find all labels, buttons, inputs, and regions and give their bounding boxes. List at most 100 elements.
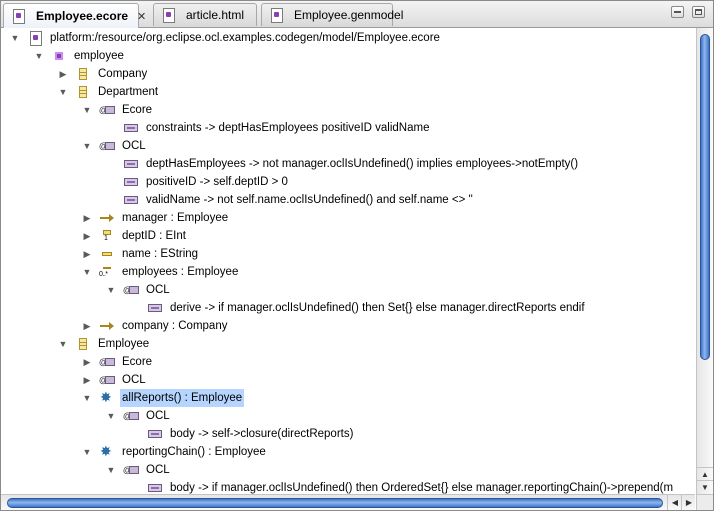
expanded-arrow-icon[interactable]: ▼ [81, 263, 93, 281]
tree-node-details-entry[interactable]: validName -> not self.name.oclIsUndefine… [105, 191, 475, 209]
expanded-arrow-icon[interactable]: ▼ [57, 335, 69, 353]
expanded-arrow-icon[interactable]: ▼ [33, 47, 45, 65]
collapsed-arrow-icon[interactable]: ▶ [81, 317, 93, 335]
ereference-icon [99, 318, 115, 334]
tree-node-details-entry[interactable]: constraints -> deptHasEmployees positive… [105, 119, 431, 137]
tree-node-label: Department [98, 86, 159, 98]
window-controls [671, 6, 705, 18]
tab-article-html[interactable]: article.html [153, 3, 257, 26]
scroll-left-arrow-icon[interactable]: ◀ [667, 495, 682, 510]
tree-node-details-entry[interactable]: positiveID -> self.deptID > 0 [105, 173, 290, 191]
eoperation-icon [99, 389, 115, 406]
tree-node-attribute-name[interactable]: ▶ name : EString [81, 245, 200, 263]
tree-node-details-entry[interactable]: deptHasEmployees -> not manager.oclIsUnd… [105, 155, 580, 173]
tree-node-package-employee[interactable]: ▼ employee [33, 47, 126, 65]
tree-node-reference-company[interactable]: ▶ company : Company [81, 317, 229, 335]
expanded-arrow-icon[interactable]: ▼ [57, 83, 69, 101]
tree-node-annotation-ocl[interactable]: ▼ OCL [105, 407, 172, 425]
tree-node-attribute-deptid[interactable]: ▶ deptID : EInt [81, 227, 188, 245]
vertical-scrollbar[interactable]: ▲ ▼ [696, 28, 713, 494]
expanded-arrow-icon[interactable]: ▼ [105, 461, 117, 479]
tree-node-annotation-ocl[interactable]: ▼ OCL [105, 281, 172, 299]
expanded-arrow-icon[interactable]: ▼ [81, 443, 93, 461]
tree-node-details-entry[interactable]: body -> if manager.oclIsUndefined() then… [129, 479, 675, 494]
maximize-button[interactable] [692, 6, 705, 18]
tree-node-annotation-ecore[interactable]: ▶ Ecore [81, 353, 154, 371]
horizontal-scroll-thumb[interactable] [7, 498, 663, 508]
tree-node-label: manager : Employee [122, 212, 229, 224]
tree-node-class-department[interactable]: ▼ Department [57, 83, 160, 101]
tree-node-label: body -> if manager.oclIsUndefined() then… [170, 482, 674, 494]
tree-node-resource[interactable]: ▼ platform:/resource/org.eclipse.ocl.exa… [9, 29, 442, 47]
tab-employee-ecore[interactable]: Employee.ecore ✕ [3, 3, 146, 28]
tree-node-label: body -> self->closure(directReports) [170, 428, 354, 440]
horizontal-scrollbar[interactable]: ◀ ▶ [1, 494, 696, 510]
tree-node-reference-employees[interactable]: ▼ employees : Employee [81, 263, 240, 281]
collapsed-arrow-icon[interactable]: ▶ [81, 353, 93, 371]
scroll-down-arrow-icon[interactable]: ▼ [697, 480, 713, 494]
tree-node-label: OCL [122, 140, 146, 152]
eannotation-icon [123, 461, 139, 479]
ecore-tree-view[interactable]: ▼ platform:/resource/org.eclipse.ocl.exa… [1, 28, 695, 494]
vertical-scroll-thumb[interactable] [700, 34, 710, 360]
details-entry-icon [123, 120, 139, 136]
tree-node-details-entry[interactable]: body -> self->closure(directReports) [129, 425, 355, 443]
tree-node-annotation-ecore[interactable]: ▼ Ecore [81, 101, 154, 119]
details-entry-icon [147, 426, 163, 442]
tree-node-label: employees : Employee [122, 266, 239, 278]
collapsed-arrow-icon[interactable]: ▶ [57, 65, 69, 83]
expanded-arrow-icon[interactable]: ▼ [81, 137, 93, 155]
tree-node-class-employee[interactable]: ▼ Employee [57, 335, 151, 353]
collapsed-arrow-icon[interactable]: ▶ [81, 371, 93, 389]
eannotation-icon [99, 137, 115, 155]
html-file-icon [160, 7, 176, 23]
eattribute-required-icon [99, 228, 115, 244]
tree-node-operation-allreports[interactable]: ▼ allReports() : Employee [81, 389, 245, 407]
eannotation-icon [99, 101, 115, 119]
tab-label: Employee.genmodel [294, 8, 404, 22]
tree-node-details-entry[interactable]: derive -> if manager.oclIsUndefined() th… [129, 299, 587, 317]
tree-node-label: platform:/resource/org.eclipse.ocl.examp… [50, 32, 440, 44]
eannotation-icon [123, 281, 139, 299]
tree-node-label: reportingChain() : Employee [122, 446, 266, 458]
tree-node-annotation-ocl[interactable]: ▶ OCL [81, 371, 148, 389]
tree-node-operation-reportingchain[interactable]: ▼ reportingChain() : Employee [81, 443, 268, 461]
collapsed-arrow-icon[interactable]: ▶ [81, 227, 93, 245]
tree-node-label: deptID : EInt [122, 230, 186, 242]
ecore-editor-window: Employee.ecore ✕ article.html Employee.g… [0, 0, 714, 511]
tree-node-annotation-ocl[interactable]: ▼ OCL [105, 461, 172, 479]
tree-node-label: name : EString [122, 248, 199, 260]
details-entry-icon [147, 300, 163, 316]
scroll-right-arrow-icon[interactable]: ▶ [681, 495, 696, 510]
tree-node-label: positiveID -> self.deptID > 0 [146, 176, 288, 188]
minimize-button[interactable] [671, 6, 684, 18]
tree-node-label: OCL [146, 410, 170, 422]
tree-node-label: Ecore [122, 356, 153, 368]
tree-node-annotation-ocl[interactable]: ▼ OCL [81, 137, 148, 155]
ereference-icon [99, 210, 115, 226]
details-entry-icon [147, 480, 163, 494]
tree-node-label: validName -> not self.name.oclIsUndefine… [146, 194, 473, 206]
ecore-resource-icon [27, 30, 43, 46]
eclass-icon [75, 84, 91, 100]
expanded-arrow-icon[interactable]: ▼ [81, 101, 93, 119]
expanded-arrow-icon[interactable]: ▼ [105, 281, 117, 299]
expanded-arrow-icon[interactable]: ▼ [81, 389, 93, 407]
tree-node-reference-manager[interactable]: ▶ manager : Employee [81, 209, 230, 227]
collapsed-arrow-icon[interactable]: ▶ [81, 245, 93, 263]
ereference-many-icon [99, 264, 115, 280]
expanded-arrow-icon[interactable]: ▼ [105, 407, 117, 425]
collapsed-arrow-icon[interactable]: ▶ [81, 209, 93, 227]
tab-employee-genmodel[interactable]: Employee.genmodel [261, 3, 403, 26]
close-icon[interactable]: ✕ [137, 10, 146, 23]
eannotation-icon [123, 407, 139, 425]
tab-label: Employee.ecore [36, 9, 129, 23]
genmodel-file-icon [268, 7, 284, 23]
tree-node-class-company[interactable]: ▶ Company [57, 65, 149, 83]
tree-node-label: Ecore [122, 104, 153, 116]
tree-node-label: deptHasEmployees -> not manager.oclIsUnd… [146, 158, 579, 170]
editor-tab-bar: Employee.ecore ✕ article.html Employee.g… [1, 1, 713, 28]
scroll-up-arrow-icon[interactable]: ▲ [697, 467, 713, 481]
expanded-arrow-icon[interactable]: ▼ [9, 29, 21, 47]
tree-node-label: allReports() : Employee [120, 389, 245, 407]
